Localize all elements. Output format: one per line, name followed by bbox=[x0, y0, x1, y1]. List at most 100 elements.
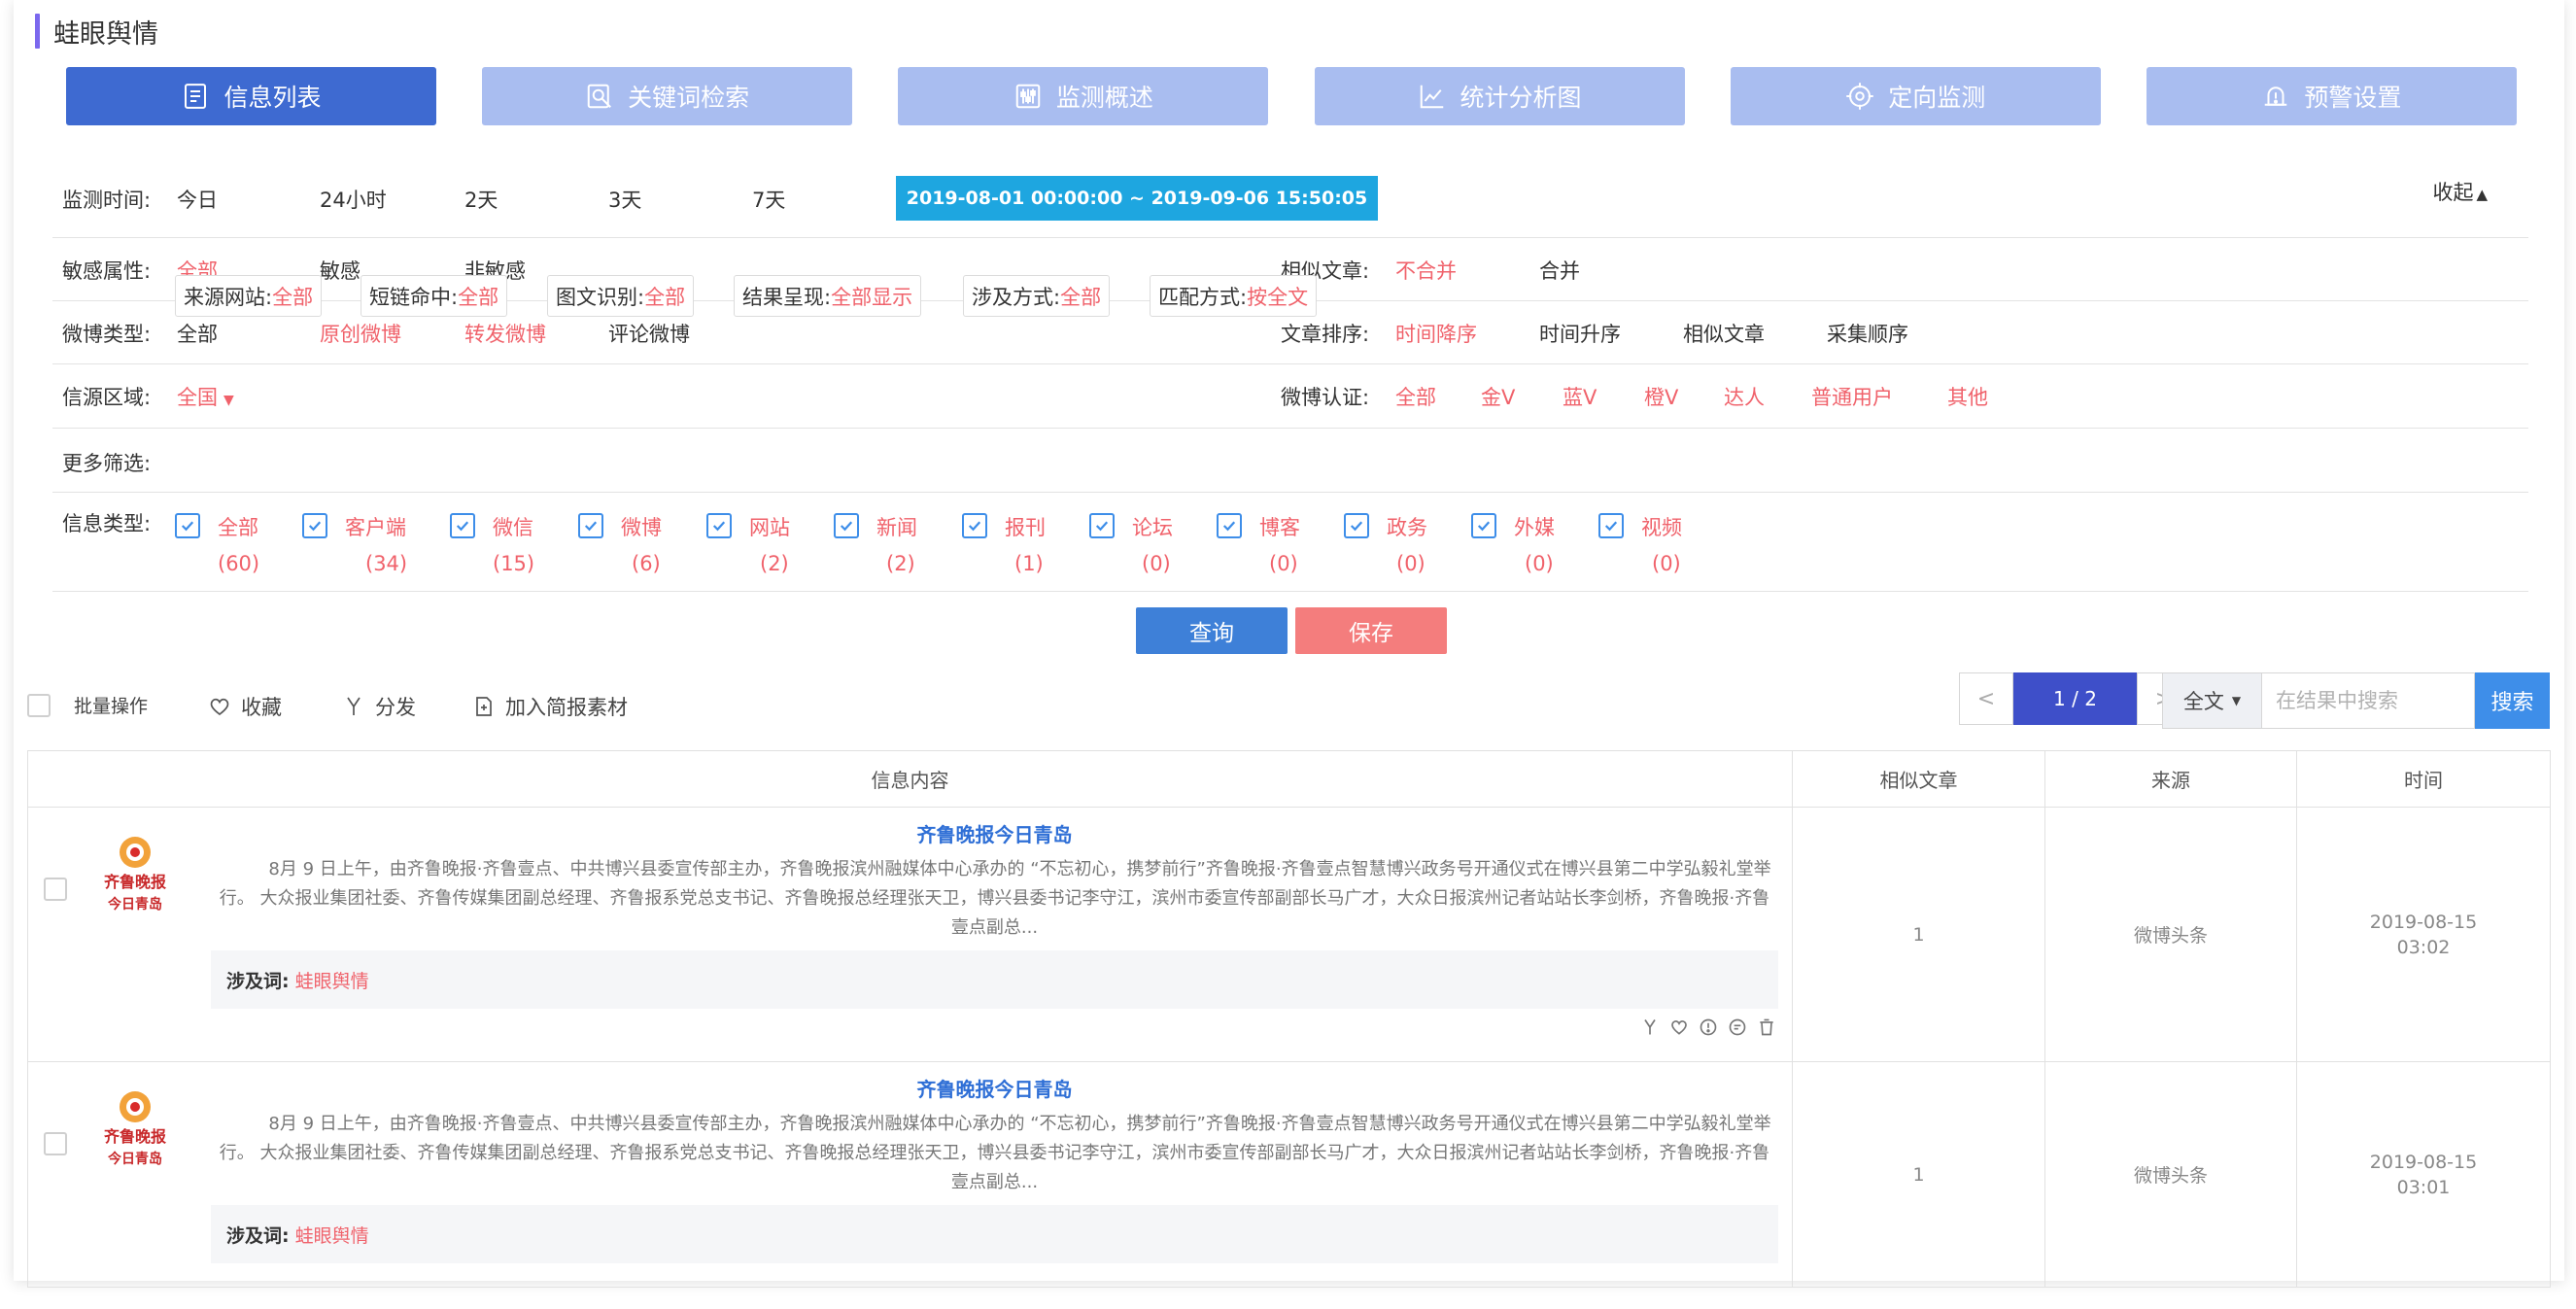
filter-label: 信源区域: bbox=[62, 386, 152, 409]
time-option-2d[interactable]: 2天 bbox=[464, 185, 498, 214]
time-option-24h[interactable]: 24小时 bbox=[320, 185, 387, 214]
nav-stats-chart[interactable]: 统计分析图 bbox=[1314, 67, 1685, 125]
nav-targeted-monitor[interactable]: 定向监测 bbox=[1730, 67, 2101, 125]
source-title-link[interactable]: 齐鲁晚报今日青岛 bbox=[211, 819, 1778, 847]
checkbox-checked[interactable] bbox=[834, 513, 859, 538]
row-checkbox[interactable] bbox=[44, 878, 67, 901]
nav-monitor-overview[interactable]: 监测概述 bbox=[898, 67, 1269, 125]
info-icon[interactable] bbox=[1699, 1017, 1718, 1037]
trash-icon[interactable] bbox=[1757, 1017, 1776, 1037]
pill-value: 全部 bbox=[458, 285, 499, 309]
auth-option-gold[interactable]: 金V bbox=[1481, 382, 1515, 411]
checkbox-checked[interactable] bbox=[1089, 513, 1115, 538]
weibo-type-comment[interactable]: 评论微博 bbox=[608, 319, 690, 348]
similar-option-nomerge[interactable]: 不合并 bbox=[1395, 256, 1457, 285]
pill-result-display[interactable]: 结果呈现: 全部显示 bbox=[734, 275, 922, 317]
auth-option-orange[interactable]: 橙V bbox=[1644, 382, 1678, 411]
pill-name: 结果呈现: bbox=[742, 285, 832, 309]
date-text: 2019-08-15 bbox=[2369, 911, 2478, 933]
date-range-picker[interactable]: 2019-08-01 00:00:00 ~ 2019-09-06 15:50:0… bbox=[896, 176, 1378, 221]
weibo-type-all[interactable]: 全部 bbox=[177, 319, 218, 348]
nav-label: 关键词检索 bbox=[628, 84, 750, 112]
fork-icon[interactable] bbox=[1640, 1017, 1660, 1037]
checkbox-checked[interactable] bbox=[578, 513, 603, 538]
checkbox-checked[interactable] bbox=[962, 513, 987, 538]
nav-keyword-search[interactable]: 关键词检索 bbox=[482, 67, 853, 125]
document-list-icon bbox=[185, 84, 207, 109]
checkbox-checked[interactable] bbox=[175, 513, 200, 538]
batch-operation[interactable]: 批量操作 bbox=[27, 692, 148, 718]
filter-row-info-type: 信息类型: bbox=[52, 493, 2528, 592]
similar-count: 1 bbox=[1792, 807, 2045, 1062]
check-icon bbox=[181, 521, 194, 532]
nav-info-list[interactable]: 信息列表 bbox=[66, 67, 436, 125]
source-title-link[interactable]: 齐鲁晚报今日青岛 bbox=[211, 1074, 1778, 1102]
region-dropdown[interactable]: 全国 ▼ bbox=[177, 382, 234, 411]
check-icon bbox=[584, 521, 598, 532]
pill-source-site[interactable]: 来源网站: 全部 bbox=[175, 275, 323, 317]
time-cell: 2019-08-15 03:02 bbox=[2296, 807, 2551, 1062]
prev-page-button[interactable]: < bbox=[1959, 672, 2013, 725]
info-type-label: 博客 bbox=[1259, 516, 1300, 539]
heart-icon[interactable] bbox=[1669, 1017, 1689, 1037]
sort-option-collect[interactable]: 采集顺序 bbox=[1827, 319, 1908, 348]
save-button[interactable]: 保存 bbox=[1295, 607, 1447, 654]
info-type-label: 视频 bbox=[1641, 516, 1682, 539]
checkbox-checked[interactable] bbox=[1471, 513, 1496, 538]
favorite-button[interactable]: 收藏 bbox=[208, 692, 282, 721]
distribute-button[interactable]: 分发 bbox=[342, 692, 416, 721]
sensitive-option-sensitive[interactable]: 敏感 bbox=[320, 256, 361, 285]
row-body: 齐鲁晚报今日青岛 8月 9 日上午，由齐鲁晚报·齐鲁壹点、中共博兴县委宣传部主办… bbox=[211, 1074, 1778, 1263]
pill-involve-mode[interactable]: 涉及方式: 全部 bbox=[963, 275, 1111, 317]
sort-option-similar[interactable]: 相似文章 bbox=[1683, 319, 1765, 348]
nav-alert-settings[interactable]: 预警设置 bbox=[2146, 67, 2517, 125]
auth-option-blue[interactable]: 蓝V bbox=[1563, 382, 1597, 411]
checkbox-checked[interactable] bbox=[1344, 513, 1369, 538]
row-checkbox[interactable] bbox=[44, 1132, 67, 1155]
pill-value: 全部 bbox=[272, 285, 314, 309]
row-actions bbox=[1640, 1017, 1776, 1037]
checkbox-checked[interactable] bbox=[1598, 513, 1624, 538]
info-type-label: 微博 bbox=[621, 516, 662, 539]
checkbox-checked[interactable] bbox=[450, 513, 475, 538]
info-type-count: (6) bbox=[632, 552, 661, 575]
auth-option-normal[interactable]: 普通用户 bbox=[1811, 382, 1893, 411]
time-option-today[interactable]: 今日 bbox=[177, 185, 218, 214]
pill-match-mode[interactable]: 匹配方式: 按全文 bbox=[1150, 275, 1318, 317]
search-scope-select[interactable]: 全文 ▼ bbox=[2162, 672, 2262, 729]
similar-option-merge[interactable]: 合并 bbox=[1539, 256, 1580, 285]
auth-option-talent[interactable]: 达人 bbox=[1724, 382, 1765, 411]
collapse-toggle[interactable]: 收起 ▲ bbox=[2432, 177, 2488, 206]
search-input[interactable] bbox=[2262, 672, 2475, 729]
select-all-checkbox[interactable] bbox=[27, 693, 51, 717]
time-option-7d[interactable]: 7天 bbox=[752, 185, 785, 214]
weibo-type-repost[interactable]: 转发微博 bbox=[464, 319, 546, 348]
auth-option-other[interactable]: 其他 bbox=[1947, 382, 1988, 411]
check-icon bbox=[1604, 521, 1618, 532]
auth-option-all[interactable]: 全部 bbox=[1395, 382, 1436, 411]
pill-short-link[interactable]: 短链命中: 全部 bbox=[361, 275, 508, 317]
sort-option-asc[interactable]: 时间升序 bbox=[1539, 319, 1621, 348]
article-excerpt: 8月 9 日上午，由齐鲁晚报·齐鲁壹点、中共博兴县委宣传部主办，齐鲁晚报滨州融媒… bbox=[219, 859, 1771, 938]
date-text: 2019-08-15 bbox=[2369, 1151, 2478, 1173]
keyword-value: 蛙眼舆情 bbox=[294, 1224, 369, 1247]
pill-value: 全部 bbox=[644, 285, 686, 309]
batch-label: 批量操作 bbox=[74, 696, 149, 717]
add-report-button[interactable]: 加入简报素材 bbox=[472, 692, 628, 721]
time-option-3d[interactable]: 3天 bbox=[608, 185, 641, 214]
sort-option-desc[interactable]: 时间降序 bbox=[1395, 319, 1477, 348]
query-button[interactable]: 查询 bbox=[1136, 607, 1288, 654]
header-content: 信息内容 bbox=[27, 750, 1793, 808]
pill-name: 短链命中: bbox=[369, 285, 459, 309]
newspaper-logo: 齐鲁晚报 今日青岛 bbox=[104, 837, 166, 913]
checkbox-checked[interactable] bbox=[1217, 513, 1242, 538]
source-name: 微博头条 bbox=[2044, 807, 2297, 1062]
pill-image-recognition[interactable]: 图文识别: 全部 bbox=[547, 275, 695, 317]
header-time: 时间 bbox=[2296, 750, 2551, 808]
weibo-type-original[interactable]: 原创微博 bbox=[320, 319, 401, 348]
search-button[interactable]: 搜索 bbox=[2475, 672, 2550, 729]
chat-icon[interactable] bbox=[1728, 1017, 1747, 1037]
checkbox-checked[interactable] bbox=[706, 513, 732, 538]
info-type-label: 报刊 bbox=[1005, 516, 1046, 539]
checkbox-checked[interactable] bbox=[302, 513, 327, 538]
